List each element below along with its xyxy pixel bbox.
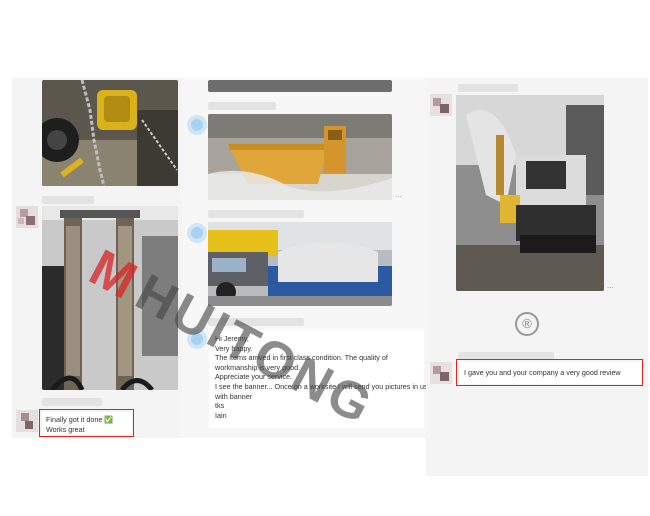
excavator-bucket-photo[interactable] — [208, 114, 392, 200]
highlight-box — [456, 359, 643, 386]
avatar — [430, 362, 452, 384]
sender-name-blurred — [458, 84, 518, 92]
top-cropped-photo[interactable] — [208, 80, 392, 92]
chain-hoist-photo[interactable] — [42, 80, 178, 186]
avatar — [186, 114, 208, 136]
sender-name-blurred — [208, 102, 276, 110]
mini-excavator-image — [456, 95, 604, 291]
review-collage: Finally got it done ✅ Works great ... Hi… — [0, 0, 650, 516]
sender-name-blurred — [42, 398, 102, 406]
sender-name-blurred — [208, 210, 304, 218]
highlight-box — [39, 409, 134, 437]
avatar — [16, 410, 38, 432]
sender-name-blurred — [42, 196, 94, 204]
truck-delivery-image — [208, 222, 392, 306]
avatar — [186, 222, 208, 244]
avatar — [16, 206, 38, 228]
mini-excavator-photo[interactable] — [456, 95, 604, 291]
excavator-bucket-image — [208, 114, 392, 200]
truck-delivery-photo[interactable] — [208, 222, 392, 306]
avatar — [430, 94, 452, 116]
more-options-icon[interactable]: ... — [607, 281, 614, 290]
more-options-icon[interactable]: ... — [395, 190, 402, 199]
chain-hoist-image — [42, 80, 178, 186]
registered-trademark-icon: ® — [515, 312, 539, 336]
